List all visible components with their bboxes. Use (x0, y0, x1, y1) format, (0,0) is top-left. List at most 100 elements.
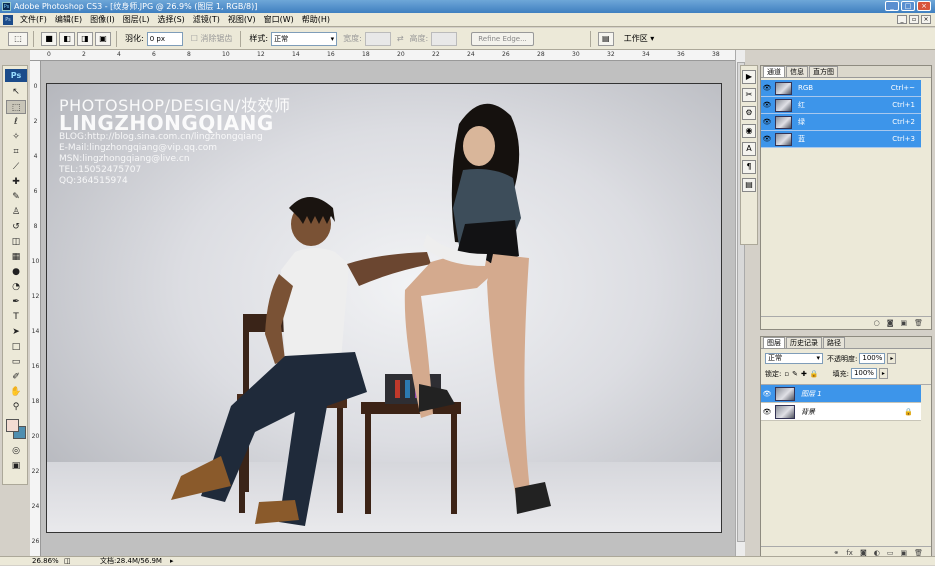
antialias-checkbox[interactable]: ☐ 消除锯齿 (191, 33, 233, 44)
delete-channel-icon[interactable]: 🗑 (914, 319, 923, 327)
menu-image[interactable]: 图像(I) (86, 14, 119, 25)
eye-icon[interactable]: 👁 (762, 390, 772, 398)
screen-mode-icon[interactable]: ▣ (6, 459, 26, 473)
magic-wand-tool-icon[interactable]: ✧ (6, 130, 26, 144)
navigator-icon[interactable]: ▶ (742, 70, 756, 84)
layer-row-layer1[interactable]: 👁 图层 1 (761, 385, 921, 403)
menu-layer[interactable]: 图层(L) (119, 14, 154, 25)
load-channel-selection-icon[interactable]: ○ (874, 319, 880, 327)
doc-close-button[interactable]: × (921, 15, 931, 24)
tool-preset-picker-icon[interactable]: ⬚ (8, 31, 28, 46)
ruler-vertical[interactable]: 0 2 4 6 8 10 12 14 16 18 20 22 24 26 (30, 61, 41, 556)
history-brush-tool-icon[interactable]: ↺ (6, 220, 26, 234)
refine-edge-button[interactable]: Refine Edge... (471, 31, 534, 46)
tab-history[interactable]: 历史记录 (786, 337, 822, 348)
fill-input[interactable]: 100% (850, 368, 877, 379)
lock-position-icon[interactable]: ✚ (801, 370, 807, 378)
tab-layers[interactable]: 图层 (763, 337, 785, 348)
eye-icon[interactable]: 👁 (762, 118, 772, 126)
blend-mode-select[interactable]: 正常 ▾ (765, 353, 823, 364)
menu-edit[interactable]: 编辑(E) (51, 14, 86, 25)
eyedropper-tool-icon[interactable]: ✐ (6, 370, 26, 384)
lock-image-icon[interactable]: ✎ (792, 370, 798, 378)
hand-tool-icon[interactable]: ✋ (6, 385, 26, 399)
width-input[interactable] (364, 31, 391, 46)
eye-icon[interactable]: 👁 (762, 135, 772, 143)
layer-comps-icon[interactable]: ▤ (742, 178, 756, 192)
ruler-tick-label: 10 (222, 51, 230, 58)
menu-file[interactable]: 文件(F) (16, 14, 51, 25)
maximize-button[interactable]: □ (901, 1, 915, 11)
crop-tool-icon[interactable]: ⌗ (6, 145, 26, 159)
save-selection-channel-icon[interactable]: ◙ (887, 319, 894, 327)
intersect-selection-icon[interactable]: ▣ (95, 31, 111, 46)
collapsed-panel-dock: ▶ ✂ ⚙ ◉ A ¶ ▤ (740, 65, 758, 245)
brush-tool-icon[interactable]: ✎ (6, 190, 26, 204)
paragraph-icon[interactable]: ¶ (742, 160, 756, 174)
eye-icon[interactable]: 👁 (762, 408, 772, 416)
opacity-slider-arrow-icon[interactable]: ▸ (887, 353, 897, 364)
pen-tool-icon[interactable]: ✒ (6, 295, 26, 309)
layer-row-background[interactable]: 👁 背景 🔒 (761, 403, 921, 421)
subtract-selection-icon[interactable]: ◨ (77, 31, 93, 46)
new-channel-icon[interactable]: ▣ (900, 319, 907, 327)
palette-well-icon[interactable]: ▤ (597, 31, 614, 46)
style-select[interactable]: 正常 ▾ (271, 31, 338, 46)
healing-brush-tool-icon[interactable]: ✚ (6, 175, 26, 189)
type-tool-icon[interactable]: T (6, 310, 26, 324)
menu-filter[interactable]: 滤镜(T) (189, 14, 224, 25)
lock-all-icon[interactable]: 🔒 (810, 370, 819, 378)
actions-icon[interactable]: ⚙ (742, 106, 756, 120)
new-selection-icon[interactable]: ■ (41, 31, 57, 46)
photoshop-logo-icon[interactable]: Ps (5, 69, 27, 82)
swap-icon[interactable]: ⇄ (397, 34, 404, 43)
lock-transparent-icon[interactable]: ▫ (784, 370, 789, 378)
channel-row-rgb[interactable]: 👁 RGB Ctrl+~ (761, 80, 921, 97)
clone-stamp-tool-icon[interactable]: ♙ (6, 205, 26, 219)
feather-input[interactable]: 0 px (146, 31, 183, 46)
blur-tool-icon[interactable]: ● (6, 265, 26, 279)
menu-help[interactable]: 帮助(H) (298, 14, 334, 25)
dodge-tool-icon[interactable]: ◔ (6, 280, 26, 294)
shape-tool-icon[interactable]: □ (6, 340, 26, 354)
eye-icon[interactable]: 👁 (762, 84, 772, 92)
notes-tool-icon[interactable]: ▭ (6, 355, 26, 369)
tool-presets-icon[interactable]: ✂ (742, 88, 756, 102)
ruler-horizontal[interactable]: 0 2 4 6 8 10 12 14 16 18 20 22 24 26 28 30 32 34 36 38 (30, 50, 735, 61)
document-image[interactable]: PHOTOSHOP/DESIGN/妆效师 LINGZHONGQIANG BLOG… (46, 83, 722, 533)
menu-view[interactable]: 视图(V) (224, 14, 260, 25)
menu-window[interactable]: 窗口(W) (260, 14, 298, 25)
doc-minimize-button[interactable]: _ (897, 15, 907, 24)
ps-menu-icon[interactable]: Ps (3, 14, 13, 25)
slice-tool-icon[interactable]: ⟋ (6, 160, 26, 174)
styles-icon[interactable]: ◉ (742, 124, 756, 138)
fill-slider-arrow-icon[interactable]: ▸ (878, 368, 888, 379)
channel-row-blue[interactable]: 👁 蓝 Ctrl+3 (761, 131, 921, 148)
zoom-tool-icon[interactable]: ⚲ (6, 400, 26, 414)
doc-restore-button[interactable]: ▫ (909, 15, 919, 24)
menu-select[interactable]: 选择(S) (153, 14, 188, 25)
channel-row-green[interactable]: 👁 绿 Ctrl+2 (761, 114, 921, 131)
eraser-tool-icon[interactable]: ◫ (6, 235, 26, 249)
tab-info[interactable]: 信息 (786, 66, 808, 77)
height-input[interactable] (431, 31, 458, 46)
lasso-tool-icon[interactable]: ℓ (6, 115, 26, 129)
quick-mask-icon[interactable]: ◎ (6, 444, 26, 458)
move-tool-icon[interactable]: ↖ (6, 85, 26, 99)
channel-row-red[interactable]: 👁 红 Ctrl+1 (761, 97, 921, 114)
workspace-menu[interactable]: 工作区 ▾ (624, 33, 655, 44)
close-button[interactable]: × (917, 1, 931, 11)
tab-paths[interactable]: 路径 (823, 337, 845, 348)
marquee-tool-icon[interactable]: ⬚ (6, 100, 26, 114)
path-selection-tool-icon[interactable]: ➤ (6, 325, 26, 339)
character-icon[interactable]: A (742, 142, 756, 156)
opacity-input[interactable]: 100% (859, 353, 886, 364)
photoshop-logo-icon: Ps (2, 2, 11, 11)
tab-histogram[interactable]: 直方图 (809, 66, 838, 77)
minimize-button[interactable]: _ (885, 1, 899, 11)
tab-channels[interactable]: 通道 (763, 66, 785, 77)
foreground-color-swatch[interactable] (6, 419, 19, 432)
add-selection-icon[interactable]: ◧ (59, 31, 75, 46)
eye-icon[interactable]: 👁 (762, 101, 772, 109)
gradient-tool-icon[interactable]: ▦ (6, 250, 26, 264)
